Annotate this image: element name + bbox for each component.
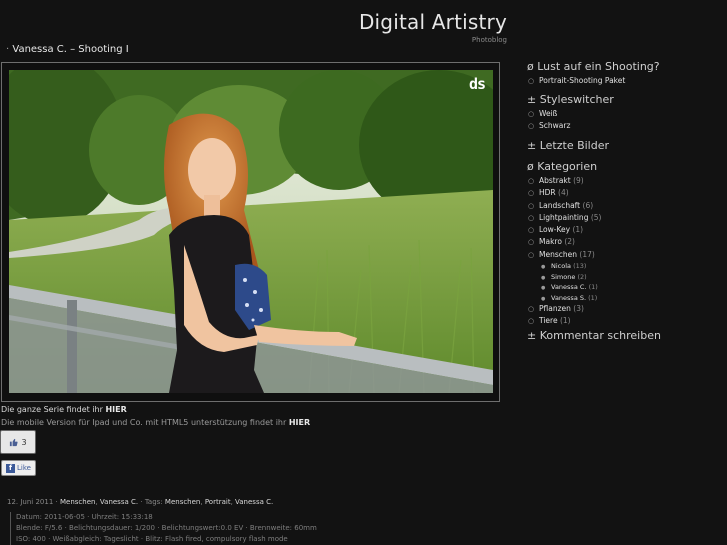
category-count: (17): [579, 249, 595, 259]
post-title-link[interactable]: Vanessa C. – Shooting I: [12, 44, 128, 55]
category-item: Low-Key (1): [527, 224, 723, 237]
like-count-box[interactable]: 3: [0, 430, 36, 454]
thumbs-up-icon: [10, 438, 19, 446]
category-link[interactable]: Menschen: [539, 250, 577, 259]
post-photo[interactable]: ds: [9, 70, 493, 393]
post-title[interactable]: · Vanessa C. – Shooting I: [6, 44, 129, 55]
category-item: Lightpainting (5): [527, 212, 723, 225]
category-item: Menschen (17) Nicola (13) Simone (2) Van…: [527, 249, 723, 304]
like-count: 3: [21, 437, 27, 447]
category-item: HDR (4): [527, 187, 723, 200]
exif-line: Datum: 2011-06-05 · Uhrzeit: 15:33:18: [16, 513, 153, 521]
widget-comment: ± Kommentar schreiben: [527, 329, 661, 342]
meta-separator: ·: [140, 498, 143, 506]
site-title[interactable]: Digital Artistry: [359, 10, 507, 34]
category-link[interactable]: Low-Key: [539, 225, 570, 234]
like-label: Like: [17, 464, 31, 472]
post-date: 12. Juni 2011: [7, 498, 54, 506]
category-count: (6): [582, 200, 594, 210]
subcategory-item: Simone (2): [539, 272, 723, 283]
category-count: (3): [573, 304, 584, 314]
portrait-photo: [9, 70, 493, 393]
category-link[interactable]: HDR: [539, 188, 556, 197]
widget-styleswitcher: ± Styleswitcher Weiß Schwarz: [527, 93, 614, 133]
widget-title[interactable]: ± Letzte Bilder: [527, 139, 609, 152]
photo-frame: ds: [1, 62, 500, 402]
category-item: Tiere (1): [527, 315, 723, 328]
series-text: Die ganze Serie findet ihr HIER: [1, 405, 127, 414]
category-item: Abstrakt (9): [527, 175, 723, 188]
style-schwarz-link[interactable]: Schwarz: [539, 121, 570, 130]
subcategory-item: Nicola (13): [539, 261, 723, 272]
mobile-label: Die mobile Version für Ipad und Co. mit …: [1, 418, 287, 427]
mobile-link[interactable]: HIER: [289, 418, 310, 427]
category-item: Pflanzen (3): [527, 303, 723, 316]
category-count: (4): [558, 188, 569, 198]
sidebar-item: Weiß: [527, 108, 614, 121]
category-count: (9): [573, 176, 584, 185]
category-link[interactable]: Pflanzen: [539, 304, 571, 313]
post-meta: 12. Juni 2011 · Menschen, Vanessa C. · T…: [7, 498, 274, 506]
tag-link[interactable]: Menschen: [165, 498, 200, 506]
widget-shooting: ø Lust auf ein Shooting? Portrait-Shooti…: [527, 60, 660, 88]
site-subtitle: Photoblog: [471, 36, 507, 44]
exif-line: ISO: 400 · Weißabgleich: Tageslicht · Bl…: [16, 535, 288, 543]
subcategory-link[interactable]: Vanessa S.: [551, 294, 586, 302]
category-count: (1): [572, 225, 584, 235]
series-link[interactable]: HIER: [105, 405, 126, 414]
sidebar-item: Schwarz: [527, 120, 614, 133]
category-count: (1): [588, 283, 598, 292]
tag-link[interactable]: Portrait: [205, 498, 231, 506]
tags-label: Tags:: [144, 498, 163, 506]
exif-info: Datum: 2011-06-05 · Uhrzeit: 15:33:18 Bl…: [10, 512, 317, 545]
category-link[interactable]: Lightpainting: [539, 213, 588, 222]
series-label: Die ganze Serie findet ihr: [1, 405, 103, 414]
category-link[interactable]: Abstrakt: [539, 176, 571, 185]
category-item: Makro (2): [527, 236, 723, 249]
category-link[interactable]: Vanessa C.: [100, 498, 138, 506]
subcategory-link[interactable]: Simone: [551, 273, 575, 281]
category-count: (13): [573, 262, 587, 271]
sidebar-link[interactable]: Portrait-Shooting Paket: [539, 76, 625, 85]
widget-title[interactable]: ± Kommentar schreiben: [527, 329, 661, 342]
category-link[interactable]: Landschaft: [539, 201, 580, 210]
category-count: (2): [577, 272, 587, 281]
subcategory-item: Vanessa C. (1): [539, 282, 723, 293]
facebook-like-button[interactable]: f Like: [1, 460, 36, 476]
category-link[interactable]: Makro: [539, 237, 562, 246]
category-link[interactable]: Tiere: [539, 316, 558, 325]
widget-categories: ø Kategorien Abstrakt (9) HDR (4) Landsc…: [527, 160, 723, 328]
category-count: (1): [559, 316, 571, 326]
mobile-text: Die mobile Version für Ipad und Co. mit …: [1, 418, 310, 427]
category-count: (5): [590, 212, 602, 222]
meta-separator: ·: [55, 498, 58, 506]
watermark-logo: ds: [468, 75, 486, 93]
widget-title[interactable]: ± Styleswitcher: [527, 93, 614, 106]
category-item: Landschaft (6): [527, 200, 723, 213]
widget-title[interactable]: ø Kategorien: [527, 160, 723, 173]
subcategory-item: Vanessa S. (1): [539, 293, 723, 304]
category-count: (2): [564, 237, 575, 247]
title-bullet: ·: [6, 44, 10, 55]
widget-recent: ± Letzte Bilder: [527, 139, 609, 152]
facebook-icon: f: [6, 463, 16, 473]
sidebar-item: Portrait-Shooting Paket: [527, 75, 660, 88]
exif-line: Blende: F/5.6 · Belichtungsdauer: 1/200 …: [16, 524, 317, 532]
tag-link[interactable]: Vanessa C.: [235, 498, 273, 506]
category-link[interactable]: Menschen: [60, 498, 95, 506]
subcategory-link[interactable]: Vanessa C.: [551, 283, 586, 291]
subcategory-link[interactable]: Nicola: [551, 262, 571, 270]
category-count: (1): [588, 293, 598, 302]
widget-title[interactable]: ø Lust auf ein Shooting?: [527, 60, 660, 73]
style-weiss-link[interactable]: Weiß: [539, 109, 557, 118]
